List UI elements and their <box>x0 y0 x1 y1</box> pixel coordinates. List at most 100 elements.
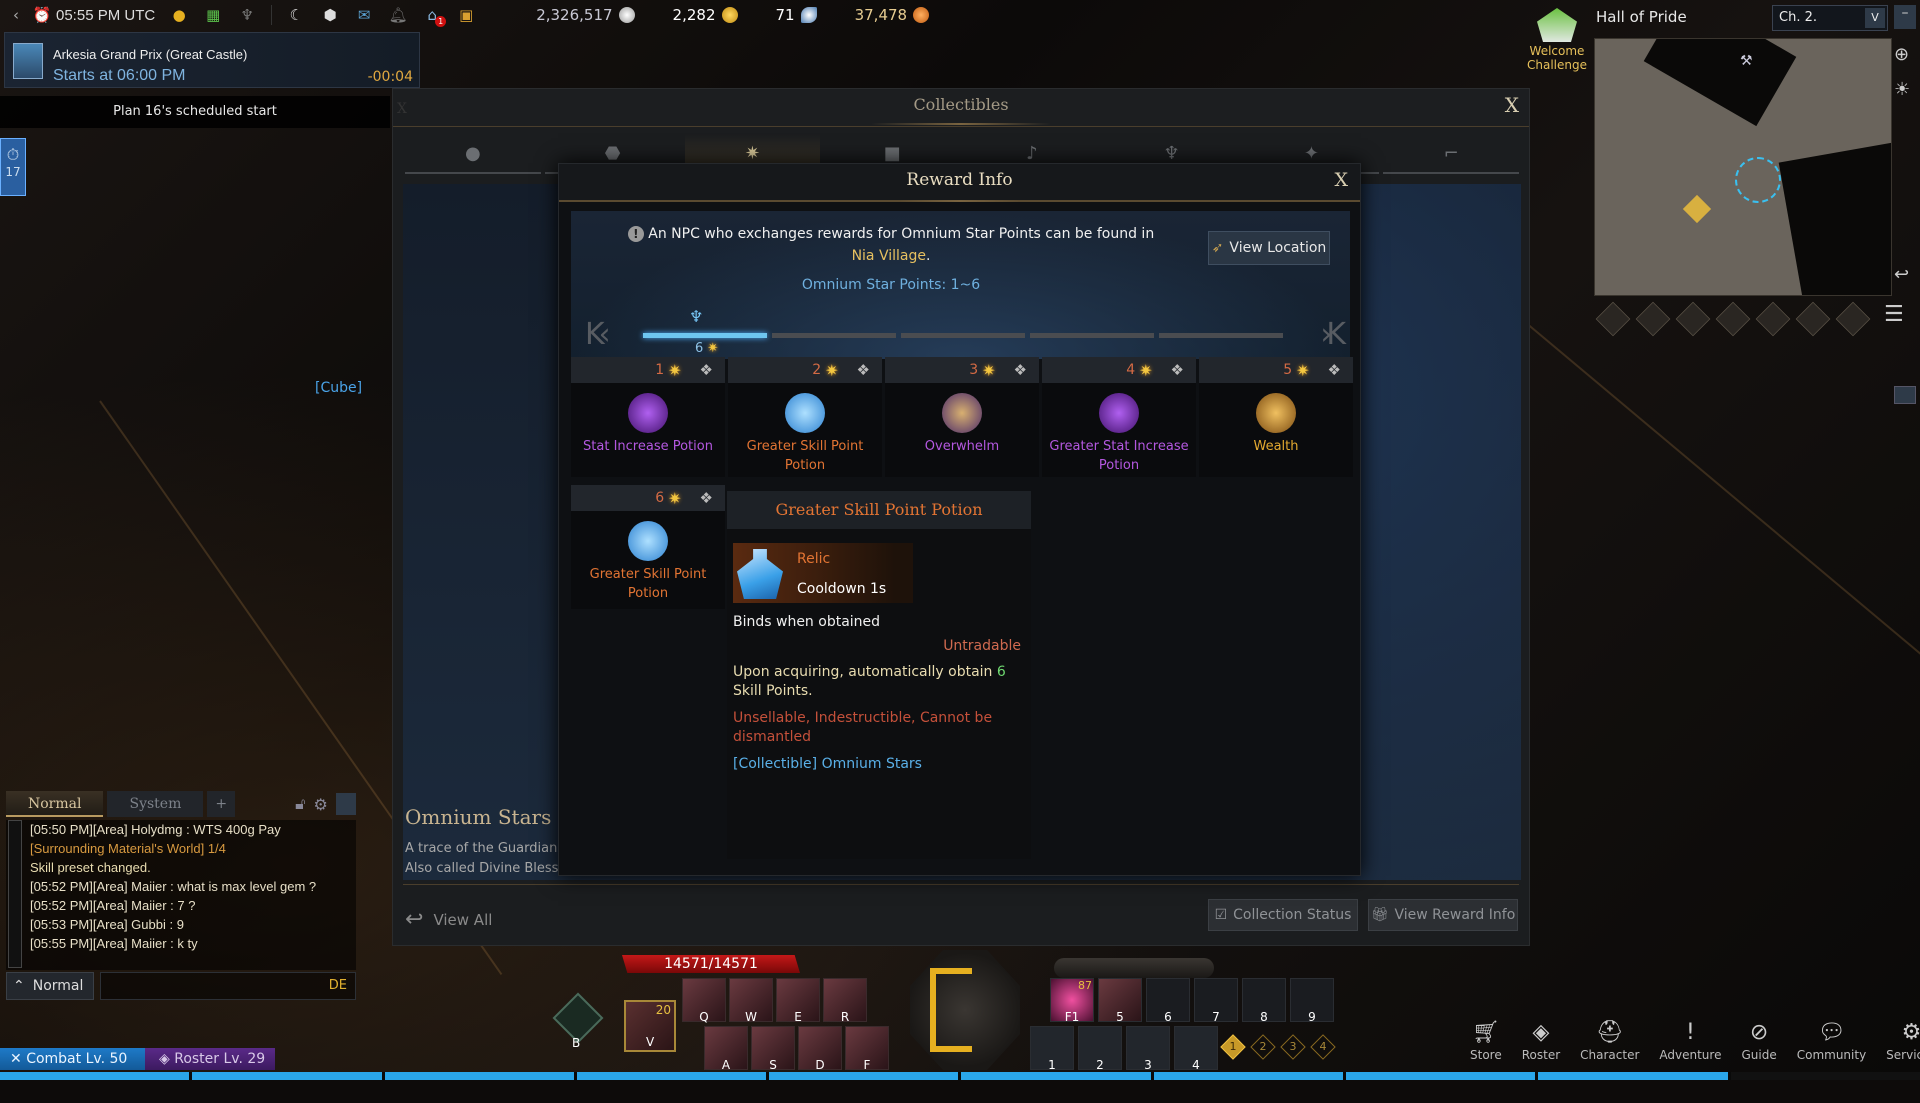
gear-icon[interactable]: ⚙ <box>313 795 327 814</box>
reward-card[interactable]: 1✷❖Stat Increase Potion <box>571 357 725 477</box>
mail-icon[interactable]: ✉ <box>354 5 374 25</box>
reward-card[interactable]: 3✷❖Overwhelm <box>885 357 1039 477</box>
star-icon: ✷ <box>982 361 995 380</box>
menu-roster[interactable]: ◈Roster <box>1522 1020 1560 1062</box>
map-wall <box>1779 138 1892 296</box>
reward-name: Greater Skill Point Potion <box>571 565 725 603</box>
awakening-skill[interactable]: 20 V <box>624 1000 676 1052</box>
skill-slot[interactable]: S <box>751 1026 795 1070</box>
chat-input[interactable]: DE <box>100 972 356 1000</box>
roster-level[interactable]: ◈ Roster Lv. 29 <box>145 1048 275 1070</box>
view-location-button[interactable]: ➶View Location <box>1208 231 1330 265</box>
skill-slot[interactable]: F <box>845 1026 889 1070</box>
notice-banner: Plan 16's scheduled start <box>0 96 390 128</box>
world-label-cube[interactable]: [Cube] <box>315 380 362 396</box>
reset-icon[interactable]: ↩ <box>1894 264 1918 285</box>
upgrade-icon[interactable] <box>1716 302 1751 337</box>
home-icon[interactable]: ⌂1 <box>422 5 442 25</box>
item-slot[interactable]: 5 <box>1098 978 1142 1022</box>
chat-minimize-button[interactable] <box>336 793 356 815</box>
reward-name: Wealth <box>1199 437 1353 456</box>
currency-value: 37,478 <box>855 6 908 24</box>
grade-chevron-icon: ❖ <box>700 361 713 379</box>
reward-card[interactable]: 5✷❖Wealth <box>1199 357 1353 477</box>
chat-scrollbar[interactable] <box>8 820 22 968</box>
crystal-icon <box>801 7 817 23</box>
menu-list-icon[interactable]: ☰ <box>1884 302 1904 338</box>
window-toggle-icon[interactable] <box>1894 386 1916 404</box>
first-page-button[interactable]: K‹ <box>585 317 605 352</box>
item-slot[interactable]: 6 <box>1146 978 1190 1022</box>
progress-segment <box>1030 333 1154 338</box>
skill-slot[interactable]: A <box>704 1026 748 1070</box>
minimap-minimize-button[interactable]: – <box>1894 5 1916 29</box>
reward-card-header: 3✷❖ <box>885 357 1039 383</box>
event-notification[interactable]: Arkesia Grand Prix (Great Castle) Starts… <box>4 32 420 88</box>
search-npc-icon[interactable] <box>1596 302 1631 337</box>
tab-ignea-tokens[interactable]: ⌐ <box>1383 134 1519 174</box>
item-slot[interactable]: 8 <box>1242 978 1286 1022</box>
reward-info-title: Reward Info <box>559 170 1360 190</box>
skill-slot[interactable]: E <box>776 978 820 1022</box>
chat-tab-system[interactable]: System <box>107 791 203 817</box>
channel-select[interactable]: Ch. 2.V <box>1772 5 1888 31</box>
skill-slot[interactable]: D <box>798 1026 842 1070</box>
chat-mode-select[interactable]: ⌃Normal <box>6 972 94 1000</box>
calendar-icon[interactable]: ▦ <box>203 5 223 25</box>
alarm-clock-icon[interactable]: ⏰ <box>32 5 52 25</box>
guild-icon[interactable]: ☾ <box>286 5 306 25</box>
reward-card[interactable]: 4✷❖Greater Stat Increase Potion <box>1042 357 1196 477</box>
menu-guide[interactable]: ⊘Guide <box>1741 1020 1776 1062</box>
menu-services[interactable]: ⚙Services <box>1886 1020 1920 1062</box>
menu-store[interactable]: 🛒︎Store <box>1470 1020 1502 1062</box>
quick-slot[interactable]: 4 <box>1174 1026 1218 1070</box>
quick-slot[interactable]: 3 <box>1126 1026 1170 1070</box>
last-page-button[interactable]: ›K <box>1320 317 1340 352</box>
gift-icon[interactable] <box>1636 302 1671 337</box>
brightness-icon[interactable]: ☀ <box>1894 79 1918 100</box>
anvil-icon[interactable]: ⚒ <box>1740 53 1753 69</box>
tab-island-hearts[interactable]: ● <box>405 134 541 174</box>
back-arrow-icon[interactable]: ‹ <box>6 5 26 25</box>
menu-character[interactable]: ⛑︎Character <box>1580 1020 1639 1062</box>
chat-tabs: Normal System + 🔓︎ ⚙ <box>6 790 362 818</box>
quick-slot[interactable]: 1 <box>1030 1026 1074 1070</box>
camera-icon[interactable] <box>1796 302 1831 337</box>
wings-icon[interactable]: ♆ <box>237 5 257 25</box>
find-party-icon[interactable] <box>1756 302 1791 337</box>
bell-icon[interactable]: 🔔︎ <box>388 5 408 25</box>
compass-icon[interactable] <box>1676 302 1711 337</box>
item-source[interactable]: [Collectible] Omnium Stars <box>733 755 922 774</box>
add-chat-tab-button[interactable]: + <box>207 791 235 817</box>
chat-tab-normal[interactable]: Normal <box>6 791 103 817</box>
package-icon[interactable]: ⬢ <box>320 5 340 25</box>
reward-card[interactable]: 2✷❖Greater Skill Point Potion <box>728 357 882 477</box>
reward-card[interactable]: 6✷❖Greater Skill Point Potion <box>571 485 725 609</box>
reward-info-close-button[interactable]: X <box>1334 169 1348 191</box>
skill-slot[interactable]: Q <box>682 978 726 1022</box>
menu-adventure[interactable]: !Adventure <box>1659 1020 1721 1062</box>
skill-slot[interactable]: W <box>729 978 773 1022</box>
combat-level[interactable]: ✕ Combat Lv. 50 <box>0 1048 145 1070</box>
minimap[interactable]: ⚒ <box>1594 38 1892 296</box>
quick-slot[interactable]: 2 <box>1078 1026 1122 1070</box>
zoom-in-icon[interactable]: ⊕ <box>1894 44 1918 65</box>
item-slot[interactable]: 9 <box>1290 978 1334 1022</box>
collection-status-button[interactable]: ☑Collection Status <box>1208 899 1358 931</box>
collectibles-close-button[interactable]: X <box>1505 93 1519 117</box>
collectibles-title: Collectibles <box>393 95 1529 114</box>
skill-slot[interactable]: R <box>823 978 867 1022</box>
menu-community[interactable]: 💬︎Community <box>1797 1020 1866 1062</box>
welcome-challenge-button[interactable]: Welcome Challenge <box>1520 8 1594 72</box>
stopwatch-buff[interactable]: ⏱ 17 <box>0 138 26 196</box>
chest-icon[interactable]: ▣ <box>456 5 476 25</box>
view-all-button[interactable]: ↩View All <box>405 907 492 932</box>
helmet-icon: ⛑︎ <box>1595 1020 1625 1046</box>
arena-icon[interactable] <box>1836 302 1871 337</box>
item-slot[interactable]: 7 <box>1194 978 1238 1022</box>
chat-line: [05:52 PM][Area] Maiier : what is max le… <box>30 877 356 896</box>
view-reward-info-button[interactable]: 🎁︎View Reward Info <box>1368 899 1518 931</box>
lock-icon[interactable]: 🔓︎ <box>295 794 305 814</box>
chest-marker-icon[interactable] <box>1683 195 1711 223</box>
chat-bubble-icon[interactable]: ● <box>169 5 189 25</box>
